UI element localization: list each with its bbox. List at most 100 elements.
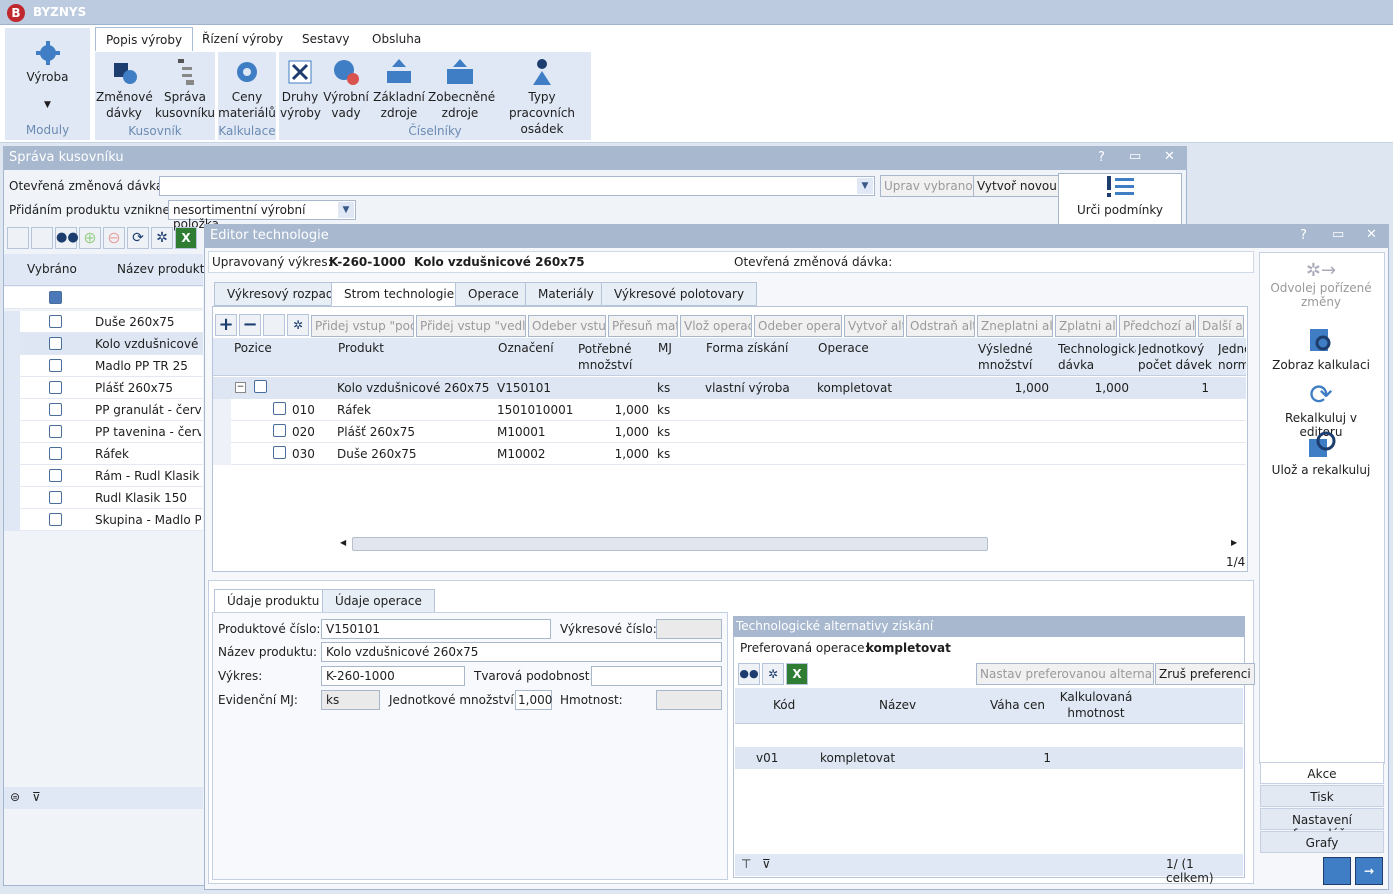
tree-row-checkbox[interactable] [273,424,286,437]
settings-icon[interactable]: ✲ [151,227,173,249]
toolbar-button-8[interactable]: Zneplatni alt. [977,315,1053,337]
save-icon[interactable] [1323,857,1351,885]
maximize-icon[interactable]: ▭ [1129,149,1141,164]
help-icon[interactable]: ? [1300,228,1307,243]
edit-selected-button[interactable]: Uprav vybranou [880,175,985,197]
odvolej-button[interactable]: ✲→ Odvolej pořízené změny [1262,260,1380,309]
list-item[interactable]: PP tavenina - červen [4,421,203,443]
col-jedn-pocet[interactable]: Jednotkový počet dávek [1138,341,1215,373]
uloz-rekalkuluj-button[interactable]: Ulož a rekalkuluj [1262,430,1380,477]
list-item[interactable]: Kolo vzdušnicové 26 [4,333,203,355]
nazev-field[interactable]: Kolo vzdušnicové 260x75 [321,642,722,662]
col-vybrano[interactable]: Vybráno [27,262,77,276]
zmenove-davky-button[interactable]: Změnové dávky [96,57,153,121]
chevron-down-icon[interactable]: ▼ [44,100,51,110]
row-checkbox[interactable] [49,425,62,438]
save-close-icon[interactable]: → [1355,857,1383,885]
plus-icon[interactable]: + [215,314,237,336]
col-produkt[interactable]: Produkt [338,341,384,355]
tab-rizeni-vyroby[interactable]: Řízení výroby [192,27,293,51]
scroll-thumb[interactable] [352,537,988,551]
accordion-tisk[interactable]: Tisk [1260,785,1384,807]
row-checkbox[interactable] [49,315,62,328]
add-product-select[interactable]: nesortimentní výrobní položka [168,200,356,231]
col-mj[interactable]: MJ [658,341,672,355]
row-checkbox[interactable] [49,469,62,482]
zobraz-kalkulaci-button[interactable]: Zobraz kalkulaci [1262,327,1380,372]
zakladni-zdroje-button[interactable]: Základní zdroje [372,57,426,121]
vyrobni-vady-button[interactable]: Výrobní vady [322,57,370,121]
create-new-button[interactable]: Vytvoř novou [973,175,1061,197]
col-forma[interactable]: Forma získání [706,341,788,355]
hm-field[interactable] [656,690,722,710]
vykres-field[interactable]: K-260-1000 [321,666,465,686]
zobecnene-zdroje-button[interactable]: Zobecněné zdroje [428,57,495,121]
minus-icon[interactable]: − [239,314,261,336]
col-kalk-hm[interactable]: Kalkulovaná hmotnost [1057,689,1135,721]
cancel-pref-button[interactable]: Zruš preferenci [1155,663,1255,685]
col-nazev-produktu[interactable]: Název produktu [117,262,212,276]
tab-popis-vyroby[interactable]: Popis výroby [95,27,194,51]
toolbar-button-9[interactable]: Zplatni alt. [1055,315,1117,337]
select-all-checkbox[interactable] [49,291,62,304]
chevron-down-icon[interactable]: ▼ [857,178,873,194]
maximize-icon[interactable]: ▭ [1332,227,1344,242]
tab-obsluha[interactable]: Obsluha [362,27,431,51]
tab-udaje-operace[interactable]: Údaje operace [322,589,435,613]
toolbar-button-6[interactable]: Vytvoř alt. [844,315,904,337]
alt-row[interactable]: v01 kompletovat 1 [735,747,1243,769]
toolbar-button-11[interactable]: Další alt [1198,315,1244,337]
col-nazev[interactable]: Název [879,698,916,712]
list-item[interactable]: Madlo PP TR 25 [4,355,203,377]
horizontal-scrollbar[interactable]: ◀ ▶ [336,536,1242,552]
tab-materialy[interactable]: Materiály [525,282,607,306]
ceny-materialu-button[interactable]: Ceny materiálů [218,57,276,121]
settings-icon[interactable]: ✲ [762,663,784,685]
toolbar-button-3[interactable]: Přesuň mat. [608,315,678,337]
tab-vykresovy-rozpad[interactable]: Výkresový rozpad [214,282,347,306]
jm-field[interactable]: 1,000 [515,690,552,710]
binoculars-icon[interactable]: ●● [55,227,79,249]
settings-icon[interactable]: ✲ [287,314,309,336]
module-vyroba-button[interactable]: Výroba [5,70,90,84]
col-pozice[interactable]: Pozice [234,341,272,355]
conditions-button[interactable]: Urči podmínky [1058,173,1182,225]
filter-icon[interactable]: ⊽ [762,857,771,871]
scroll-right-icon[interactable]: ▶ [1231,538,1237,547]
tree-row[interactable]: 020 Plášť 260x75 M10001 1,000 ks [231,421,1246,443]
close-icon[interactable]: ✕ [1164,149,1175,164]
vykres-cislo-field[interactable] [656,619,722,639]
remove-icon[interactable]: ⊖ [103,227,125,249]
col-potrebne[interactable]: Potřebné množství [578,341,653,373]
tab-strom-technologie[interactable]: Strom technologie [331,282,468,306]
typy-osadek-button[interactable]: Typy pracovních osádek [495,57,589,137]
refresh-icon[interactable]: ⟳ [127,227,149,249]
tree-root-row[interactable]: − Kolo vzdušnicové 260x75 V150101 ks vla… [213,377,1246,399]
help-icon[interactable]: ? [1098,150,1105,165]
list-item[interactable]: Rám - Rudl Klasik 15 [4,465,203,487]
filter-icon[interactable]: ⊤ [741,857,751,871]
grid-layout-icon[interactable] [7,227,29,249]
col-operace[interactable]: Operace [818,341,869,355]
toolbar-button-5[interactable]: Odeber operaci [754,315,842,337]
row-checkbox[interactable] [49,403,62,416]
toolbar-button-10[interactable]: Předchozí alt. [1119,315,1196,337]
druhy-vyroby-button[interactable]: Druhy výroby [280,57,321,121]
mj-field[interactable]: ks [321,690,380,710]
batch-select[interactable] [159,176,875,196]
tab-operace[interactable]: Operace [455,282,532,306]
collapse-icon[interactable]: − [235,382,246,393]
scroll-left-icon[interactable]: ◀ [340,538,346,547]
add-icon[interactable]: ⊕ [79,227,101,249]
tvar-field[interactable] [591,666,722,686]
tree-row-checkbox[interactable] [273,402,286,415]
row-checkbox[interactable] [49,491,62,504]
tab-sestavy[interactable]: Sestavy [292,27,360,51]
tree-row[interactable]: 010 Ráfek 1501010001 1,000 ks [231,399,1246,421]
toolbar-button-2[interactable]: Odeber vstup [528,315,606,337]
toolbar-button-0[interactable]: Přidej vstup "pod" [311,315,414,337]
toolbar-button-4[interactable]: Vlož operaci [680,315,752,337]
col-vysledne[interactable]: Výsledné množství [978,341,1053,373]
filter-icon[interactable]: ⊽ [32,790,41,804]
row-checkbox[interactable] [49,337,62,350]
